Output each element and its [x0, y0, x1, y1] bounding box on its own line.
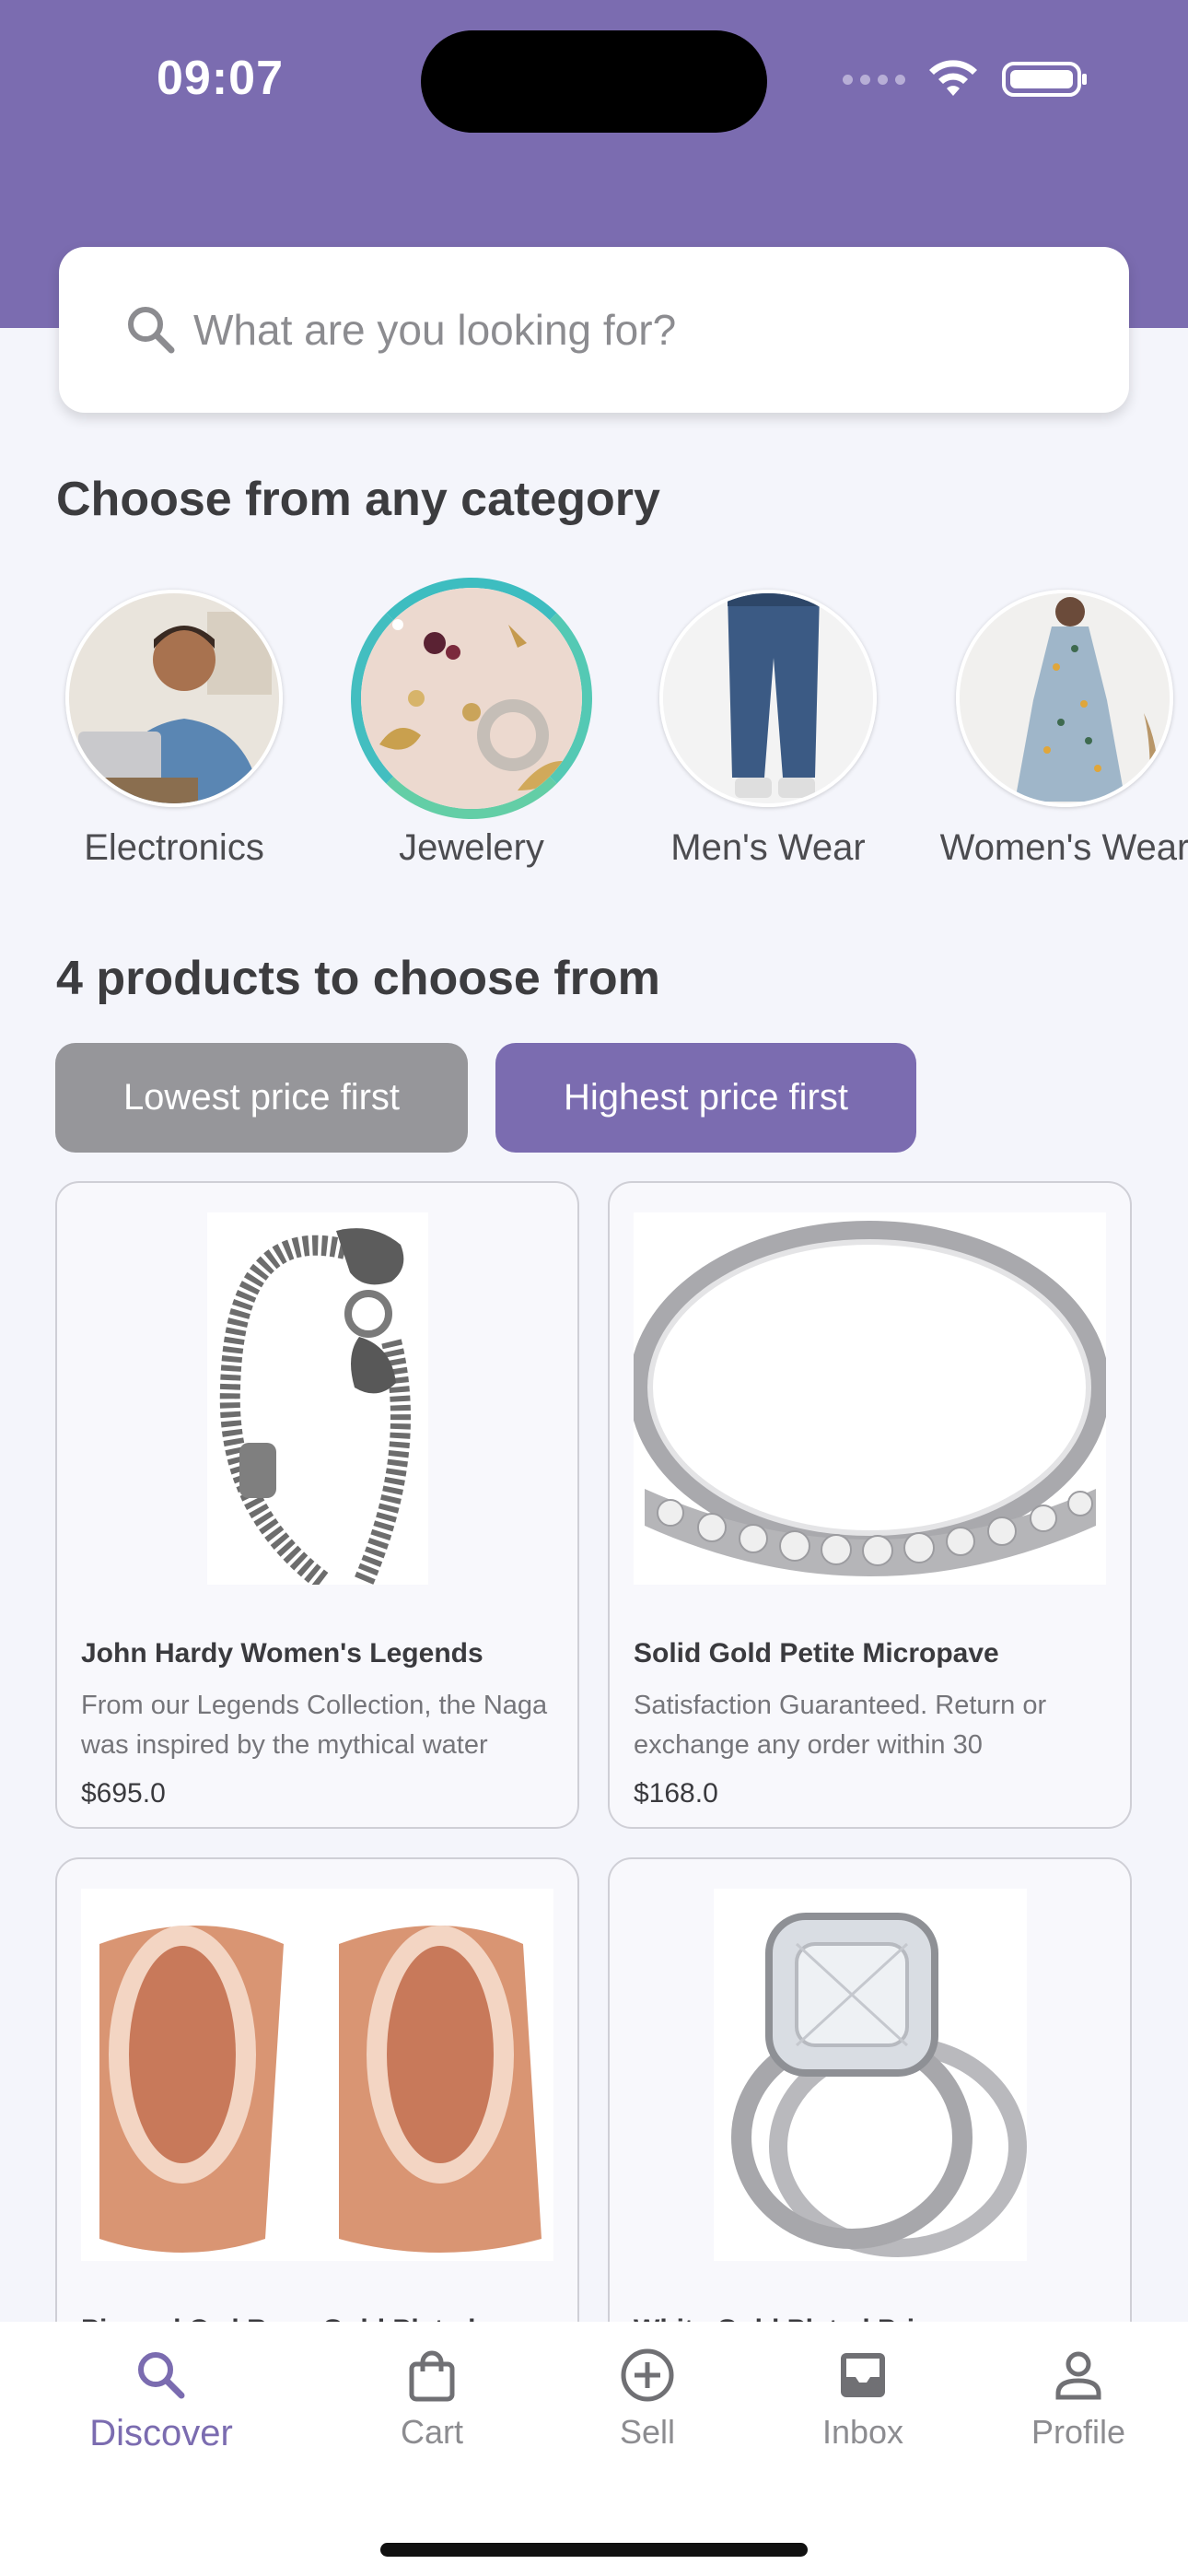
- person-icon: [1055, 2351, 1101, 2400]
- search-icon: [128, 307, 175, 354]
- product-title: Solid Gold Petite Micropave: [634, 1638, 999, 1669]
- tab-label: Cart: [400, 2413, 463, 2451]
- category-mens-wear[interactable]: Men's Wear: [635, 590, 902, 869]
- sort-lowest-button[interactable]: Lowest price first: [55, 1043, 468, 1153]
- category-womens-wear[interactable]: Women's Wear: [931, 590, 1188, 869]
- search-icon: [138, 2352, 185, 2399]
- category-heading: Choose from any category: [56, 473, 660, 526]
- tab-label: Discover: [89, 2413, 233, 2453]
- tab-sell[interactable]: Sell: [555, 2348, 740, 2452]
- product-price: $168.0: [634, 1778, 718, 1809]
- category-list: Electronics Jewelery Men's Wear Women's …: [0, 578, 1188, 894]
- product-image: [81, 1889, 553, 2261]
- product-price: $695.0: [81, 1778, 166, 1809]
- category-label: Electronics: [84, 827, 264, 868]
- product-image: [634, 1212, 1106, 1585]
- tab-profile[interactable]: Profile: [986, 2348, 1171, 2452]
- product-image: [81, 1212, 553, 1585]
- sort-highest-button[interactable]: Highest price first: [495, 1043, 916, 1153]
- product-card[interactable]: Solid Gold Petite Micropave Satisfaction…: [608, 1181, 1132, 1829]
- tab-label: Profile: [1031, 2413, 1126, 2451]
- status-icons: [843, 59, 1089, 100]
- inbox-icon: [841, 2353, 885, 2397]
- category-image-mens-wear: [659, 590, 877, 807]
- category-image-womens-wear: [956, 590, 1173, 807]
- products-heading: 4 products to choose from: [56, 952, 660, 1005]
- cellular-signal-icon: [843, 74, 905, 85]
- category-image-jewelery: [351, 578, 592, 819]
- category-image-electronics: [65, 590, 283, 807]
- tab-inbox[interactable]: Inbox: [771, 2348, 955, 2452]
- tab-discover[interactable]: Discover: [69, 2348, 253, 2454]
- tab-bar: Discover Cart Sell Inbox Profile: [0, 2322, 1188, 2576]
- tab-cart[interactable]: Cart: [340, 2348, 524, 2452]
- category-label: Jewelery: [399, 827, 544, 868]
- battery-icon: [1002, 62, 1087, 97]
- category-electronics[interactable]: Electronics: [41, 590, 308, 869]
- dynamic-island: [421, 30, 767, 133]
- product-image: [634, 1889, 1106, 2261]
- tab-label: Inbox: [821, 2413, 904, 2451]
- product-description: From our Legends Collection, the Naga wa…: [81, 1691, 548, 1760]
- status-time: 09:07: [157, 52, 284, 105]
- category-label: Women's Wear: [939, 827, 1188, 868]
- home-indicator[interactable]: [380, 2543, 808, 2557]
- product-description: Satisfaction Guaranteed. Return or excha…: [634, 1691, 1047, 1760]
- wifi-icon: [929, 60, 977, 96]
- plus-circle-icon: [621, 2348, 674, 2402]
- tab-label: Sell: [619, 2413, 676, 2451]
- category-jewelery[interactable]: Jewelery: [338, 578, 605, 869]
- category-label: Men's Wear: [670, 827, 866, 868]
- product-title: John Hardy Women's Legends: [81, 1638, 483, 1669]
- search-placeholder: What are you looking for?: [193, 306, 677, 354]
- product-card[interactable]: John Hardy Women's Legends From our Lege…: [55, 1181, 579, 1829]
- bag-icon: [409, 2350, 455, 2402]
- search-bar[interactable]: What are you looking for?: [59, 247, 1129, 413]
